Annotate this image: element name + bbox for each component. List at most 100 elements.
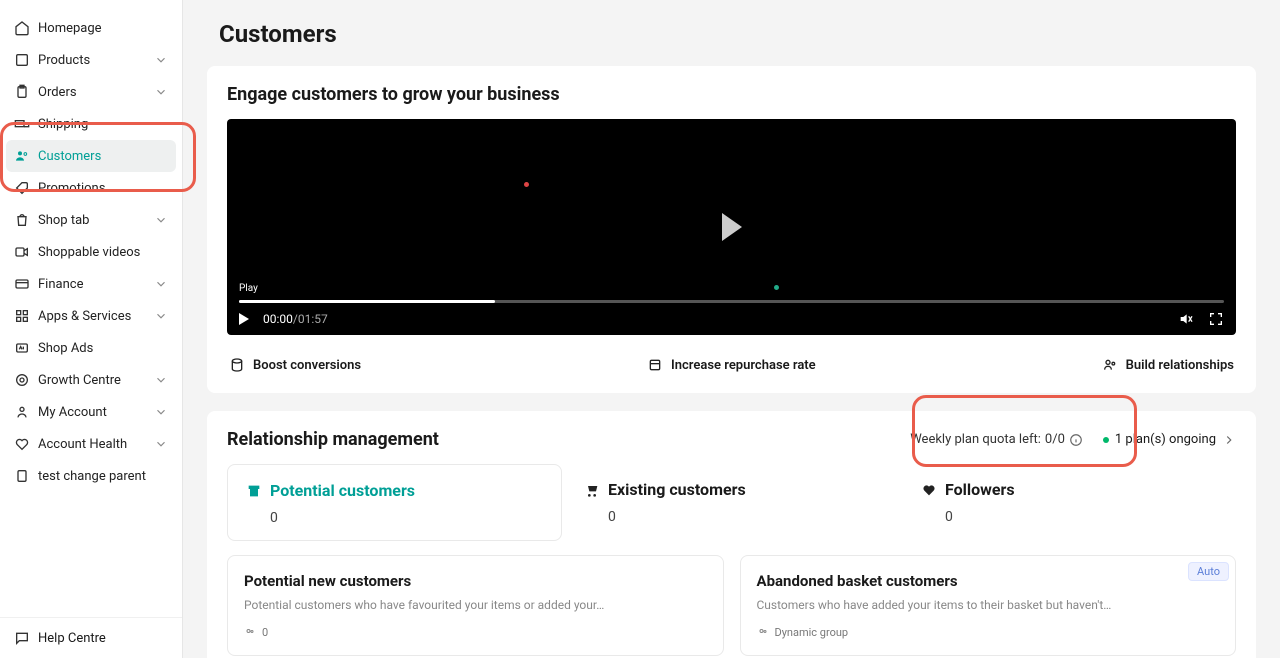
tab-existing[interactable]: Existing customers 0 (566, 464, 899, 541)
sidebar-label: Account Health (38, 437, 154, 452)
group-icon (244, 627, 256, 639)
auto-badge: Auto (1188, 562, 1229, 581)
sidebar-item-help[interactable]: Help Centre (0, 617, 182, 658)
tab-count: 0 (270, 510, 543, 526)
relationship-card: Relationship management Weekly plan quot… (207, 411, 1256, 658)
chevron-down-icon (154, 437, 168, 451)
card-icon (14, 276, 30, 292)
engage-card: Engage customers to grow your business P… (207, 66, 1256, 393)
tag-icon (14, 180, 30, 196)
time-duration: 01:57 (298, 312, 328, 326)
sidebar-label: Finance (38, 277, 154, 292)
ad-icon (14, 340, 30, 356)
sidebar-label: Shoppable videos (38, 245, 168, 260)
benefit-repurchase: Increase repurchase rate (647, 357, 816, 373)
tab-label: Followers (945, 480, 1015, 499)
chevron-right-icon (1222, 433, 1236, 447)
group-title: Potential new customers (244, 572, 707, 590)
tab-potential[interactable]: Potential customers 0 (227, 464, 562, 541)
mute-icon[interactable] (1178, 311, 1194, 327)
fullscreen-icon[interactable] (1208, 311, 1224, 327)
chevron-down-icon (154, 85, 168, 99)
quota-indicator: Weekly plan quota left: 0/0 (910, 432, 1083, 447)
sidebar-item-shop-ads[interactable]: Shop Ads (0, 332, 182, 364)
benefit-label: Increase repurchase rate (671, 358, 816, 373)
sidebar-label: Growth Centre (38, 373, 154, 388)
chevron-down-icon (154, 53, 168, 67)
group-icon (757, 627, 769, 639)
sidebar-label: Apps & Services (38, 309, 154, 324)
box-icon (14, 52, 30, 68)
benefit-relationships: Build relationships (1102, 357, 1234, 373)
heart-icon (921, 482, 937, 498)
package-icon (647, 357, 663, 373)
group-count: 0 (262, 626, 268, 639)
tab-label: Potential customers (270, 481, 415, 500)
sidebar-item-growth[interactable]: Growth Centre (0, 364, 182, 396)
benefit-label: Boost conversions (253, 358, 361, 373)
sidebar-label: Shop tab (38, 213, 154, 228)
tab-count: 0 (608, 509, 881, 525)
rel-title: Relationship management (227, 429, 439, 450)
sidebar-item-shipping[interactable]: Shipping (0, 108, 182, 140)
group-desc: Customers who have added your items to t… (757, 596, 1220, 614)
sidebar-label: Help Centre (38, 631, 106, 646)
group-potential-new[interactable]: Potential new customers Potential custom… (227, 555, 724, 656)
tab-followers[interactable]: Followers 0 (903, 464, 1236, 541)
group-tag: Dynamic group (775, 626, 849, 639)
clipboard-icon (14, 84, 30, 100)
sidebar-item-products[interactable]: Products (0, 44, 182, 76)
group-title: Abandoned basket customers (757, 572, 1220, 590)
chevron-down-icon (154, 405, 168, 419)
tab-label: Existing customers (608, 480, 746, 499)
video-controls: Play 00:00 / 01:57 (227, 283, 1236, 335)
sidebar-item-promotions[interactable]: Promotions (0, 172, 182, 204)
sidebar-item-apps[interactable]: Apps & Services (0, 300, 182, 332)
quota-label: Weekly plan quota left: (910, 432, 1041, 447)
info-icon[interactable] (1069, 433, 1083, 447)
sidebar-label: Shipping (38, 117, 168, 132)
play-icon[interactable] (722, 213, 742, 241)
truck-icon (14, 116, 30, 132)
sidebar-label: test change parent (38, 469, 168, 484)
sidebar-item-my-account[interactable]: My Account (0, 396, 182, 428)
sidebar-item-account-health[interactable]: Account Health (0, 428, 182, 460)
sidebar-item-orders[interactable]: Orders (0, 76, 182, 108)
groups-row: Potential new customers Potential custom… (227, 555, 1236, 656)
sidebar-item-customers[interactable]: Customers (6, 140, 176, 172)
sidebar: Homepage Products Orders Shipping Custom… (0, 0, 183, 658)
group-desc: Potential customers who have favourited … (244, 596, 707, 614)
sidebar-label: My Account (38, 405, 154, 420)
chevron-down-icon (154, 277, 168, 291)
sidebar-item-shop-tab[interactable]: Shop tab (0, 204, 182, 236)
benefit-boost: Boost conversions (229, 357, 361, 373)
sidebar-item-finance[interactable]: Finance (0, 268, 182, 300)
chat-icon (14, 630, 30, 646)
play-label: Play (239, 283, 1224, 294)
chevron-down-icon (154, 373, 168, 387)
chevron-down-icon (154, 309, 168, 323)
sidebar-item-test[interactable]: test change parent (0, 460, 182, 492)
main-content: Customers Engage customers to grow your … (183, 0, 1280, 658)
engage-title: Engage customers to grow your business (227, 84, 1236, 105)
chevron-down-icon (154, 213, 168, 227)
users-icon (14, 148, 30, 164)
cart-icon (584, 482, 600, 498)
store-icon (246, 483, 262, 499)
ongoing-label: 1 plan(s) ongoing (1115, 432, 1216, 447)
video-player[interactable]: Play 00:00 / 01:57 (227, 119, 1236, 335)
play-button[interactable] (239, 313, 249, 325)
video-progress[interactable] (239, 300, 1224, 303)
group-abandoned-basket[interactable]: Auto Abandoned basket customers Customer… (740, 555, 1237, 656)
heart-icon (14, 436, 30, 452)
target-icon (14, 372, 30, 388)
sidebar-item-homepage[interactable]: Homepage (0, 12, 182, 44)
quota-value: 0/0 (1045, 432, 1065, 447)
sidebar-item-shoppable-videos[interactable]: Shoppable videos (0, 236, 182, 268)
benefits-row: Boost conversions Increase repurchase ra… (227, 335, 1236, 377)
time-current: 00:00 (263, 312, 293, 326)
sidebar-label: Orders (38, 85, 154, 100)
ongoing-plans-link[interactable]: 1 plan(s) ongoing (1103, 432, 1236, 447)
person-icon (14, 404, 30, 420)
customer-tabs: Potential customers 0 Existing customers… (227, 464, 1236, 541)
